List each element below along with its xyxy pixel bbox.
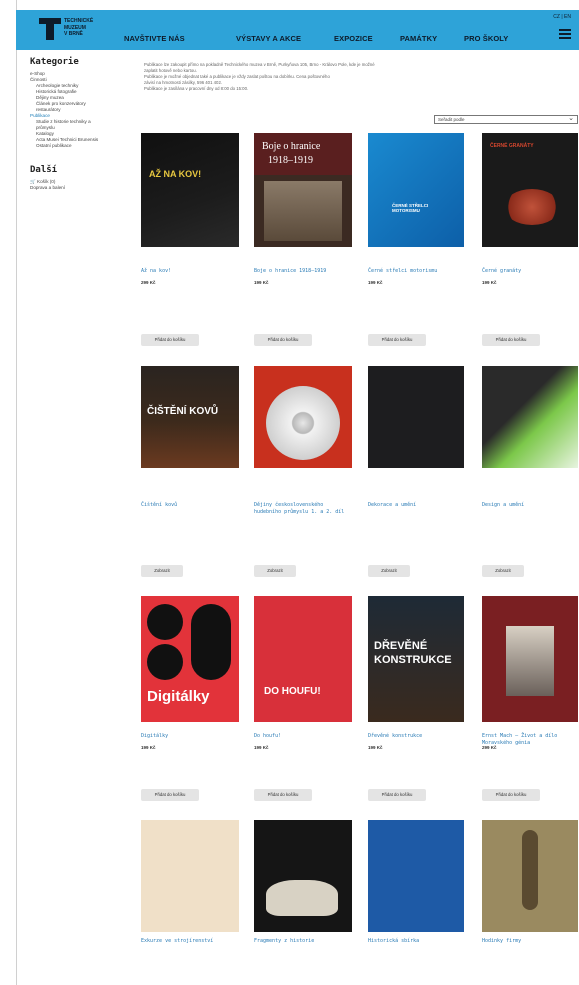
sidebar: Kategorie e-Shop Činnosti Archeologie tech… [30,57,130,191]
add-to-cart-button[interactable]: Přidat do košíku [482,334,540,346]
intro-text: Publikace lze zakoupit přímo na pokladně… [144,62,474,92]
view-button[interactable]: Zobrazit [254,565,296,577]
sidebar-heading-2: Další [30,165,58,175]
add-to-cart-button[interactable]: Přidat do košíku [368,334,426,346]
cover-circle [147,644,183,680]
product-title[interactable]: Digitálky [141,733,239,740]
logo-mark-icon [39,18,61,40]
product-cover[interactable] [482,596,578,722]
cover-title: ČERNÉ GRANÁTY [490,143,534,149]
sidebar-item[interactable]: Ostatní publikace [30,143,130,149]
product-title[interactable]: Dekorace a umění [368,502,466,509]
site-header: TECHNICKÉ MUZEUM V BRNĚ NAVŠTIVTE NÁS VÝ… [16,10,579,50]
chevron-down-icon: ⌄ [568,115,574,122]
product-cover[interactable] [482,366,578,468]
sidebar-heading: Kategorie [30,57,79,67]
hamburger-menu-icon[interactable] [559,29,571,39]
product-title[interactable]: Exkurze ve strojírenství [141,938,239,945]
product-title[interactable]: Hodinky firmy [482,938,579,945]
cover-title: ČIŠTĚNÍ KOVŮ [147,406,219,417]
product-title[interactable]: Čištění kovů [141,502,239,509]
cover-title: Boje o hranice [262,141,321,152]
view-button[interactable]: Zobrazit [141,565,183,577]
add-to-cart-button[interactable]: Přidat do košíku [254,789,312,801]
cover-title: AŽ NA KOV! [149,169,202,179]
product-cover[interactable]: ČERNÉ GRANÁTY [482,133,578,247]
nav-pro-skoly[interactable]: PRO ŠKOLY [464,34,508,43]
cover-title: DŘEVĚNÉ [374,640,428,652]
saw-blade-image [266,386,340,460]
add-to-cart-button[interactable]: Přidat do košíku [141,334,199,346]
cover-hand-image [522,830,538,910]
product-title[interactable]: Fragmenty z historie [254,938,352,945]
cover-garnets [504,189,560,225]
product-cover[interactable]: ČIŠTĚNÍ KOVŮ [141,366,239,468]
product-cover[interactable] [254,366,352,468]
product-cover[interactable]: AŽ NA KOV! [141,133,239,247]
product-title[interactable]: Až na kov! [141,268,239,275]
product-cover[interactable]: Boje o hranice 1918–1919 [254,133,352,247]
product-title[interactable]: Historická sbírka [368,938,466,945]
product-price: 299 Kč [482,745,497,750]
product-title[interactable]: Černé střelci motorismu [368,268,466,275]
product-price: 299 Kč [141,280,156,285]
nav-pamatky[interactable]: PAMÁTKY [400,34,437,43]
product-cover[interactable]: DO HOUFU! [254,596,352,722]
language-switcher[interactable]: CZ | EN [553,14,571,20]
cover-photo [264,181,342,241]
product-cover[interactable]: ČERNÉ STŘELCI MOTORISMU [368,133,464,247]
add-to-cart-button[interactable]: Přidat do košíku [141,789,199,801]
cover-circle [191,604,231,680]
product-cover[interactable] [254,820,352,932]
cover-portrait [506,626,554,696]
view-button[interactable]: Zobrazit [368,565,410,577]
cover-banner [254,133,352,175]
cover-skull-image [266,880,338,916]
cover-title: DO HOUFU! [264,686,321,697]
shipping-link[interactable]: Doprava a balení [30,185,130,191]
product-title[interactable]: Dřevěné konstrukce [368,733,466,740]
sort-select[interactable]: Seřadit podle ⌄ [434,115,578,124]
nav-vystavy-a-akce[interactable]: VÝSTAVY A AKCE [236,34,301,43]
product-title[interactable]: Boje o hranice 1918–1919 [254,268,352,275]
product-title[interactable]: Černé granáty [482,268,579,275]
product-price: 199 Kč [368,280,383,285]
add-to-cart-button[interactable]: Přidat do košíku [368,789,426,801]
intro-line: Publikace je zasílána v pracovní dny od … [144,86,249,91]
product-cover[interactable]: DŘEVĚNÉ KONSTRUKCE [368,596,464,722]
product-cover[interactable] [482,820,578,932]
product-title[interactable]: Design a umění [482,502,579,509]
nav-navstivte-nas[interactable]: NAVŠTIVTE NÁS [124,34,185,43]
product-cover[interactable] [368,366,464,468]
add-to-cart-button[interactable]: Přidat do košíku [482,789,540,801]
product-cover[interactable] [368,820,464,932]
cover-title: ČERNÉ STŘELCI MOTORISMU [392,203,429,213]
product-cover[interactable]: Digitálky [141,596,239,722]
view-button[interactable]: Zobrazit [482,565,524,577]
logo-line-3: V BRNĚ [64,31,83,37]
cover-subtitle: 1918–1919 [268,155,313,166]
add-to-cart-button[interactable]: Přidat do košíku [254,334,312,346]
product-price: 199 Kč [482,280,497,285]
product-title[interactable]: Dějiny československého hudebního průmys… [254,502,352,516]
cover-subtitle: KONSTRUKCE [374,654,452,666]
product-price: 199 Kč [254,745,269,750]
cover-title: Digitálky [147,688,210,705]
museum-logo[interactable]: TECHNICKÉ MUZEUM V BRNĚ [39,16,119,44]
product-price: 199 Kč [254,280,269,285]
cover-circle [147,604,183,640]
product-cover[interactable] [141,820,239,932]
cart-icon: 🛒 [30,179,36,184]
nav-expozice[interactable]: EXPOZICE [334,34,373,43]
product-price: 199 Kč [368,745,383,750]
product-price: 199 Kč [141,745,156,750]
product-title[interactable]: Do houfu! [254,733,352,740]
